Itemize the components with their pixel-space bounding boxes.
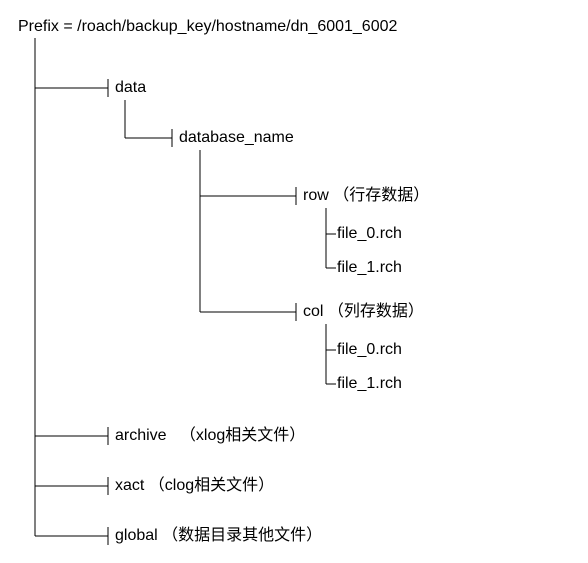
node-xact-label: xact: [115, 477, 144, 494]
prefix-path: /roach/backup_key/hostname/dn_6001_6002: [77, 18, 397, 35]
tree-connectors: [0, 0, 588, 563]
node-row: row （行存数据）: [303, 186, 429, 205]
node-row-file-1: file_1.rch: [337, 258, 402, 277]
node-data: data: [115, 78, 146, 97]
node-row-label: row: [303, 187, 329, 204]
node-archive-label: archive: [115, 427, 167, 444]
node-row-file-0: file_0.rch: [337, 224, 402, 243]
node-archive-note: （xlog相关文件）: [180, 427, 305, 444]
directory-tree-diagram: Prefix = /roach/backup_key/hostname/dn_6…: [0, 0, 588, 563]
node-xact: xact （clog相关文件）: [115, 476, 274, 495]
node-col: col （列存数据）: [303, 302, 424, 321]
node-archive: archive （xlog相关文件）: [115, 426, 305, 445]
node-global-note: （数据目录其他文件）: [162, 527, 322, 544]
node-global-label: global: [115, 527, 158, 544]
node-database-name: database_name: [179, 128, 294, 147]
node-col-note: （列存数据）: [328, 303, 424, 320]
node-global: global （数据目录其他文件）: [115, 526, 322, 545]
node-data-label: data: [115, 79, 146, 96]
node-database-name-label: database_name: [179, 129, 294, 146]
prefix-label: Prefix: [18, 18, 59, 35]
node-col-label: col: [303, 303, 323, 320]
node-col-file-0: file_0.rch: [337, 340, 402, 359]
node-col-file-1: file_1.rch: [337, 374, 402, 393]
node-xact-note: （clog相关文件）: [149, 477, 274, 494]
prefix-equals: =: [63, 18, 72, 35]
node-row-note: （行存数据）: [333, 187, 429, 204]
prefix-line: Prefix = /roach/backup_key/hostname/dn_6…: [18, 17, 397, 36]
